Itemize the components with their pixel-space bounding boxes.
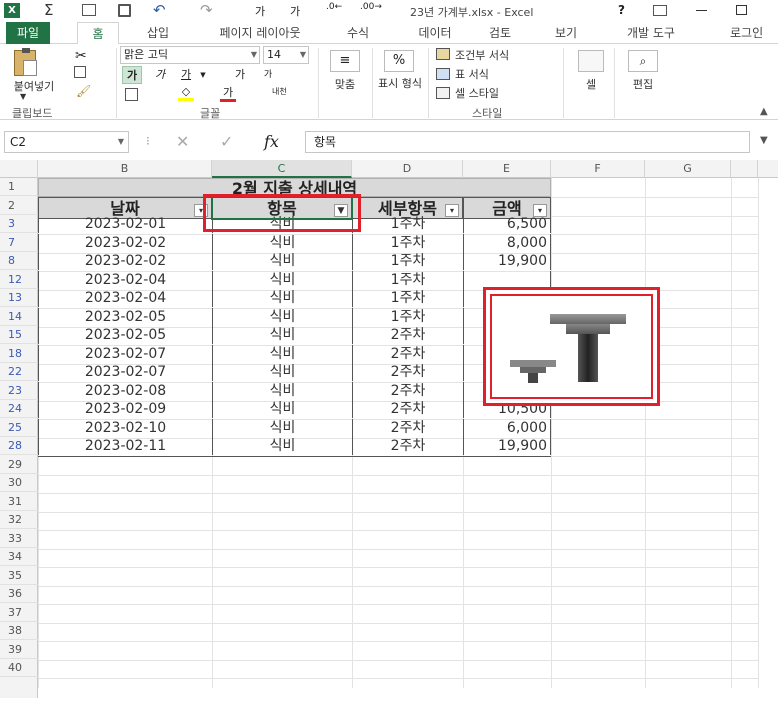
date-cell[interactable]: 2023-02-02 (38, 252, 212, 270)
gridline (38, 475, 758, 476)
item-cell[interactable]: 식비 (212, 419, 352, 437)
amount-cell[interactable]: 8,000 (463, 234, 551, 252)
subitem-cell[interactable]: 1주차 (352, 252, 463, 270)
date-cell[interactable]: 2023-02-09 (38, 400, 212, 418)
date-cell[interactable]: 2023-02-07 (38, 345, 212, 363)
excel-window: { "window": {"title": "23년 가계부.xlsx - Ex… (0, 0, 778, 706)
gridline (38, 549, 758, 550)
amount-cell[interactable]: 6,500 (463, 215, 551, 233)
item-cell[interactable]: 식비 (212, 234, 352, 252)
amount-cell[interactable]: 19,900 (463, 252, 551, 270)
gridline (38, 530, 758, 531)
gridline (38, 512, 758, 513)
date-cell[interactable]: 2023-02-01 (38, 215, 212, 233)
gridline (38, 623, 758, 624)
subitem-cell[interactable]: 2주차 (352, 326, 463, 344)
filter-applied-icon-large (506, 314, 646, 394)
subitem-cell[interactable]: 2주차 (352, 345, 463, 363)
subitem-cell[interactable]: 1주차 (352, 271, 463, 289)
date-cell[interactable]: 2023-02-04 (38, 289, 212, 307)
item-cell[interactable]: 식비 (212, 252, 352, 270)
amount-cell[interactable]: 19,900 (463, 437, 551, 455)
gridline (38, 641, 758, 642)
item-cell[interactable]: 식비 (212, 437, 352, 455)
gridline (551, 178, 552, 688)
date-cell[interactable]: 2023-02-10 (38, 419, 212, 437)
date-cell[interactable]: 2023-02-07 (38, 363, 212, 381)
subitem-cell[interactable]: 2주차 (352, 363, 463, 381)
highlight-box (203, 194, 361, 232)
item-cell[interactable]: 식비 (212, 289, 352, 307)
gridline (38, 493, 758, 494)
date-cell[interactable]: 2023-02-08 (38, 382, 212, 400)
date-cell[interactable]: 2023-02-05 (38, 308, 212, 326)
amount-cell[interactable]: 6,000 (463, 419, 551, 437)
item-cell[interactable]: 식비 (212, 400, 352, 418)
date-cell[interactable]: 2023-02-04 (38, 271, 212, 289)
gridline (731, 178, 732, 688)
item-cell[interactable]: 식비 (212, 345, 352, 363)
item-cell[interactable]: 식비 (212, 326, 352, 344)
date-cell[interactable]: 2023-02-05 (38, 326, 212, 344)
worksheet-grid: 2월 지출 상세내역 날짜 ▾ 항목 ▼ 세부항목 ▾ 금액 ▾ 2023-02-01 식비 1주차 6… (0, 0, 778, 706)
subitem-cell[interactable]: 1주차 (352, 215, 463, 233)
item-cell[interactable]: 식비 (212, 363, 352, 381)
gridline (645, 178, 646, 688)
subitem-cell[interactable]: 1주차 (352, 289, 463, 307)
date-cell[interactable]: 2023-02-11 (38, 437, 212, 455)
filter-zoom-callout (483, 287, 660, 406)
subitem-cell[interactable]: 1주차 (352, 234, 463, 252)
gridline (38, 567, 758, 568)
vertical-scrollbar[interactable] (758, 178, 778, 688)
table-bottom-border (38, 456, 551, 457)
gridline (38, 678, 758, 679)
gridline (38, 604, 758, 605)
subitem-cell[interactable]: 2주차 (352, 437, 463, 455)
item-cell[interactable]: 식비 (212, 271, 352, 289)
gridline (38, 660, 758, 661)
gridline (38, 586, 758, 587)
item-cell[interactable]: 식비 (212, 382, 352, 400)
subitem-cell[interactable]: 2주차 (352, 400, 463, 418)
date-cell[interactable]: 2023-02-02 (38, 234, 212, 252)
subitem-cell[interactable]: 2주차 (352, 382, 463, 400)
subitem-cell[interactable]: 2주차 (352, 419, 463, 437)
subitem-cell[interactable]: 1주차 (352, 308, 463, 326)
item-cell[interactable]: 식비 (212, 308, 352, 326)
